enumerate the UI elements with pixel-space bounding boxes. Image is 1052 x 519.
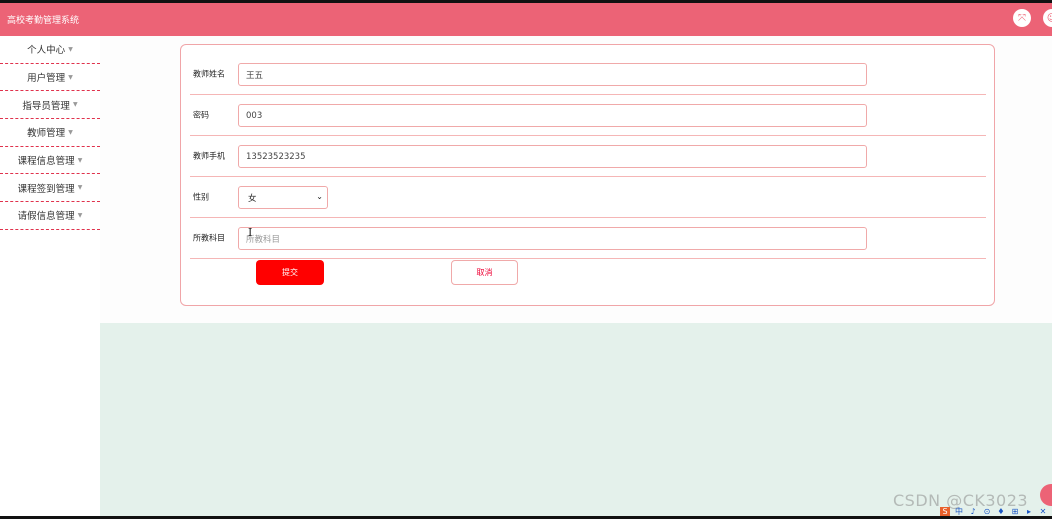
tray-item[interactable]: ✕ [1038, 507, 1048, 516]
tray-item[interactable]: ⊞ [1010, 507, 1020, 516]
tray-item[interactable]: 中 [954, 507, 964, 516]
password-field[interactable]: 003 [238, 104, 867, 127]
form-row-password: 密码 003 [190, 95, 986, 136]
field-label: 密码 [193, 110, 209, 120]
chevron-down-icon: ▼ [77, 184, 83, 192]
sidebar-item-label: 教师管理 [27, 128, 66, 140]
tray-item[interactable]: ♪ [968, 507, 978, 516]
sidebar-item-label: 课程签到管理 [17, 183, 75, 195]
user-icon: ☺ [1047, 13, 1052, 24]
sidebar-item-counselor-management[interactable]: 指导员管理 ▼ [0, 91, 100, 120]
gender-select[interactable]: 女 ⌄ [238, 186, 328, 209]
sidebar-item-label: 用户管理 [27, 73, 66, 85]
sidebar-item-label: 个人中心 [27, 45, 66, 57]
sidebar-item-teacher-management[interactable]: 教师管理 ▼ [0, 119, 100, 147]
app-window: 高校考勤管理系统 ⤧ ☺ 个人中心 ▼ 用户管理 ▼ 指导员管理 ▼ 教师管理 … [0, 3, 1052, 516]
subject-field[interactable]: 所教科目 [238, 227, 867, 250]
chevron-down-icon: ▼ [68, 73, 73, 81]
cancel-button[interactable]: 取消 [451, 260, 518, 285]
form-row-name: 教师姓名 王五 [190, 54, 986, 95]
field-label: 教师姓名 [193, 69, 225, 79]
field-label: 教师手机 [193, 151, 225, 161]
system-tray: S 中 ♪ ⊙ ♦ ⊞ ▸ ✕ [940, 507, 1048, 516]
chevron-down-icon: ⌄ [316, 192, 323, 201]
text-cursor-icon: I [248, 226, 253, 239]
top-header: 高校考勤管理系统 ⤧ ☺ [0, 3, 1052, 36]
app-title: 高校考勤管理系统 [7, 16, 80, 26]
chevron-down-icon: ▼ [77, 156, 83, 164]
fullscreen-icon: ⤧ [1018, 12, 1026, 24]
sidebar-item-user-management[interactable]: 用户管理 ▼ [0, 64, 100, 92]
submit-button[interactable]: 提交 [256, 260, 324, 285]
chevron-down-icon: ▼ [77, 211, 83, 219]
content-background [100, 323, 1052, 516]
form-row-subject: 所教科目 所教科目 I [190, 218, 986, 259]
field-label: 性别 [193, 192, 209, 202]
tray-item[interactable]: ⊙ [982, 507, 992, 516]
teacher-phone-field[interactable]: 13523523235 [238, 145, 867, 168]
tray-item[interactable]: ▸ [1024, 507, 1034, 516]
chevron-down-icon: ▼ [72, 101, 78, 109]
sidebar-item-label: 指导员管理 [22, 100, 70, 112]
chevron-down-icon: ▼ [68, 45, 73, 53]
chevron-down-icon: ▼ [68, 128, 73, 136]
sidebar-item-leave-info[interactable]: 请假信息管理 ▼ [0, 202, 100, 230]
gender-select-value: 女 [248, 193, 257, 204]
form-row-gender: 性别 女 ⌄ [190, 177, 986, 218]
field-label: 所教科目 [193, 233, 225, 243]
tray-item[interactable]: ♦ [996, 507, 1006, 516]
user-menu-button[interactable]: ☺ [1043, 9, 1052, 27]
fullscreen-button[interactable]: ⤧ [1013, 9, 1031, 27]
sidebar-item-personal-center[interactable]: 个人中心 ▼ [0, 36, 100, 64]
sidebar-item-label: 课程信息管理 [17, 156, 75, 168]
sidebar: 个人中心 ▼ 用户管理 ▼ 指导员管理 ▼ 教师管理 ▼ 课程信息管理 ▼ 课程… [0, 36, 100, 516]
form-row-phone: 教师手机 13523523235 [190, 136, 986, 177]
sidebar-item-course-checkin[interactable]: 课程签到管理 ▼ [0, 174, 100, 203]
tray-item[interactable]: S [940, 507, 950, 516]
sidebar-item-course-info[interactable]: 课程信息管理 ▼ [0, 147, 100, 175]
sidebar-item-label: 请假信息管理 [17, 211, 75, 223]
teacher-name-field[interactable]: 王五 [238, 63, 867, 86]
